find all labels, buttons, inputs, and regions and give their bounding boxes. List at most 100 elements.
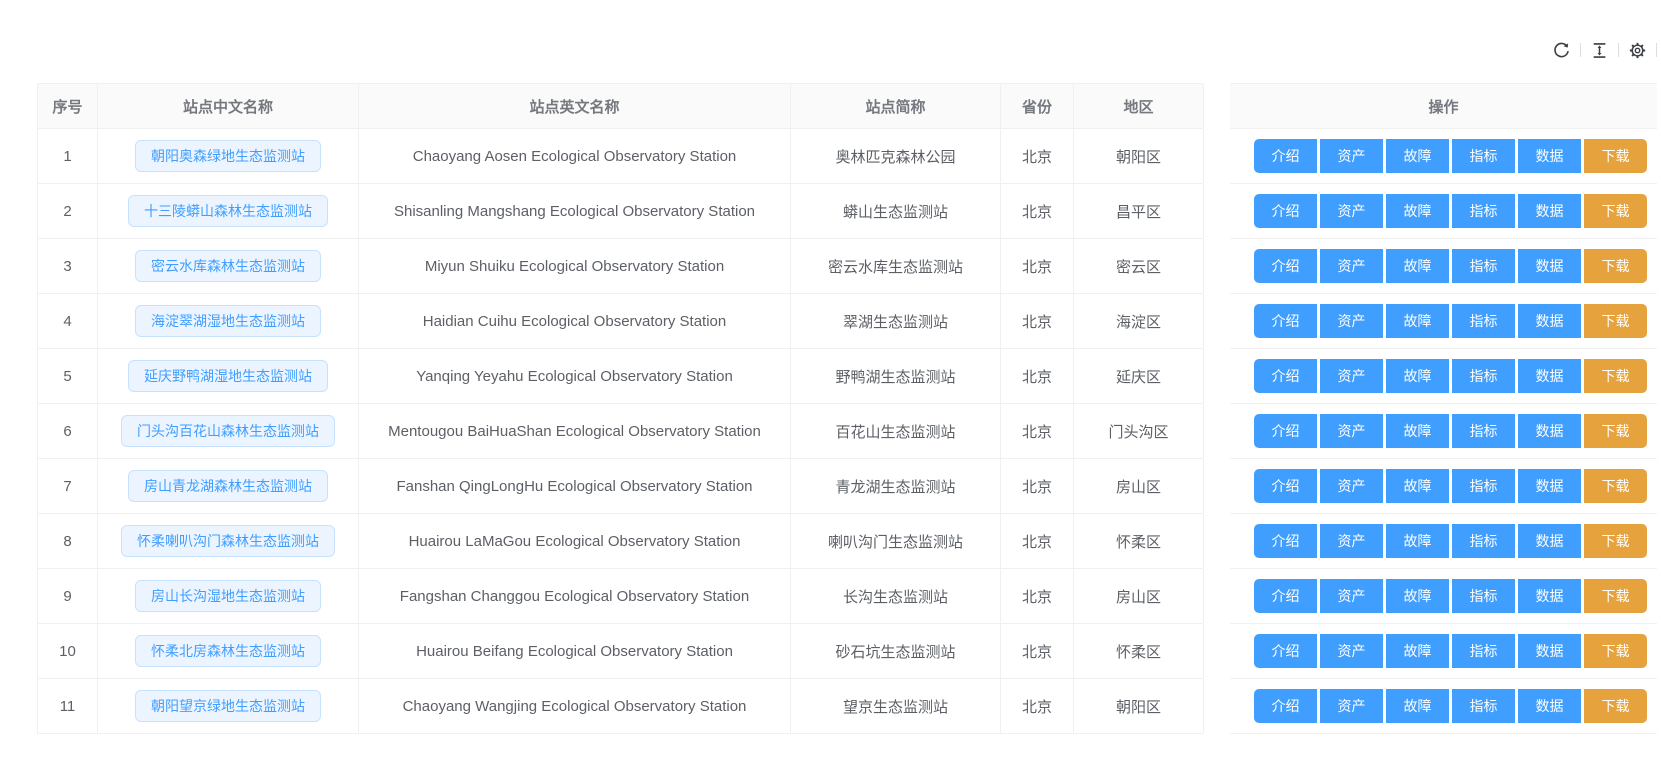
action-button-faults[interactable]: 故障 xyxy=(1386,304,1449,338)
action-button-data[interactable]: 数据 xyxy=(1518,634,1581,668)
action-button-faults[interactable]: 故障 xyxy=(1386,359,1449,393)
station-name-button[interactable]: 怀柔喇叭沟门森林生态监测站 xyxy=(121,525,335,557)
region-cell: 昌平区 xyxy=(1074,184,1204,238)
action-button-faults[interactable]: 故障 xyxy=(1386,579,1449,613)
action-button-metrics[interactable]: 指标 xyxy=(1452,414,1515,448)
action-button-faults[interactable]: 故障 xyxy=(1386,414,1449,448)
action-row: 介绍 资产 故障 指标 数据 下载 xyxy=(1230,239,1657,294)
action-button-assets[interactable]: 资产 xyxy=(1320,359,1383,393)
action-button-download[interactable]: 下载 xyxy=(1584,139,1647,173)
action-button-assets[interactable]: 资产 xyxy=(1320,194,1383,228)
action-button-metrics[interactable]: 指标 xyxy=(1452,139,1515,173)
station-name-en-cell: Shisanling Mangshang Ecological Observat… xyxy=(359,184,791,238)
action-button-assets[interactable]: 资产 xyxy=(1320,579,1383,613)
action-button-data[interactable]: 数据 xyxy=(1518,249,1581,283)
region-cell: 朝阳区 xyxy=(1074,679,1204,733)
column-height-icon xyxy=(1593,42,1606,58)
action-button-download[interactable]: 下载 xyxy=(1584,579,1647,613)
station-name-button[interactable]: 怀柔北房森林生态监测站 xyxy=(135,635,321,667)
province-cell: 北京 xyxy=(1001,679,1074,733)
action-button-download[interactable]: 下载 xyxy=(1584,524,1647,558)
action-button-assets[interactable]: 资产 xyxy=(1320,634,1383,668)
province-cell: 北京 xyxy=(1001,514,1074,568)
action-button-assets[interactable]: 资产 xyxy=(1320,689,1383,723)
action-button-metrics[interactable]: 指标 xyxy=(1452,689,1515,723)
reload-button[interactable] xyxy=(1543,42,1580,59)
action-button-faults[interactable]: 故障 xyxy=(1386,469,1449,503)
action-button-intro[interactable]: 介绍 xyxy=(1254,524,1317,558)
action-button-intro[interactable]: 介绍 xyxy=(1254,414,1317,448)
density-button[interactable] xyxy=(1581,42,1618,59)
action-button-intro[interactable]: 介绍 xyxy=(1254,579,1317,613)
table-row: 2 十三陵蟒山森林生态监测站 Shisanling Mangshang Ecol… xyxy=(37,184,1204,239)
station-name-en-cell: Huairou LaMaGou Ecological Observatory S… xyxy=(359,514,791,568)
settings-button[interactable] xyxy=(1619,42,1656,59)
action-button-faults[interactable]: 故障 xyxy=(1386,634,1449,668)
table-row: 4 海淀翠湖湿地生态监测站 Haidian Cuihu Ecological O… xyxy=(37,294,1204,349)
action-button-faults[interactable]: 故障 xyxy=(1386,524,1449,558)
action-button-metrics[interactable]: 指标 xyxy=(1452,359,1515,393)
action-button-intro[interactable]: 介绍 xyxy=(1254,469,1317,503)
action-button-metrics[interactable]: 指标 xyxy=(1452,249,1515,283)
action-button-intro[interactable]: 介绍 xyxy=(1254,194,1317,228)
action-button-intro[interactable]: 介绍 xyxy=(1254,304,1317,338)
action-button-download[interactable]: 下载 xyxy=(1584,414,1647,448)
action-button-assets[interactable]: 资产 xyxy=(1320,249,1383,283)
action-button-group: 介绍 资产 故障 指标 数据 下载 xyxy=(1254,524,1647,558)
station-name-zh-cell: 房山长沟湿地生态监测站 xyxy=(98,569,359,623)
action-button-assets[interactable]: 资产 xyxy=(1320,524,1383,558)
station-name-button[interactable]: 房山青龙湖森林生态监测站 xyxy=(128,470,328,502)
action-button-metrics[interactable]: 指标 xyxy=(1452,579,1515,613)
action-button-download[interactable]: 下载 xyxy=(1584,689,1647,723)
action-button-data[interactable]: 数据 xyxy=(1518,359,1581,393)
gear-icon xyxy=(1629,42,1646,58)
action-button-metrics[interactable]: 指标 xyxy=(1452,524,1515,558)
action-button-faults[interactable]: 故障 xyxy=(1386,689,1449,723)
action-button-metrics[interactable]: 指标 xyxy=(1452,634,1515,668)
action-button-download[interactable]: 下载 xyxy=(1584,359,1647,393)
station-name-zh-cell: 海淀翠湖湿地生态监测站 xyxy=(98,294,359,348)
action-button-data[interactable]: 数据 xyxy=(1518,469,1581,503)
station-name-button[interactable]: 密云水库森林生态监测站 xyxy=(135,250,321,282)
station-name-button[interactable]: 门头沟百花山森林生态监测站 xyxy=(121,415,335,447)
action-button-metrics[interactable]: 指标 xyxy=(1452,194,1515,228)
station-name-button[interactable]: 房山长沟湿地生态监测站 xyxy=(135,580,321,612)
action-button-metrics[interactable]: 指标 xyxy=(1452,304,1515,338)
action-button-download[interactable]: 下载 xyxy=(1584,304,1647,338)
action-button-intro[interactable]: 介绍 xyxy=(1254,634,1317,668)
action-button-intro[interactable]: 介绍 xyxy=(1254,359,1317,393)
action-button-faults[interactable]: 故障 xyxy=(1386,249,1449,283)
province-cell: 北京 xyxy=(1001,239,1074,293)
action-button-data[interactable]: 数据 xyxy=(1518,304,1581,338)
action-button-intro[interactable]: 介绍 xyxy=(1254,689,1317,723)
action-button-data[interactable]: 数据 xyxy=(1518,579,1581,613)
action-button-assets[interactable]: 资产 xyxy=(1320,304,1383,338)
action-button-download[interactable]: 下载 xyxy=(1584,469,1647,503)
action-button-faults[interactable]: 故障 xyxy=(1386,139,1449,173)
action-button-intro[interactable]: 介绍 xyxy=(1254,249,1317,283)
station-abbr-cell: 长沟生态监测站 xyxy=(791,569,1001,623)
action-button-assets[interactable]: 资产 xyxy=(1320,469,1383,503)
action-button-assets[interactable]: 资产 xyxy=(1320,139,1383,173)
action-button-data[interactable]: 数据 xyxy=(1518,524,1581,558)
station-name-button[interactable]: 延庆野鸭湖湿地生态监测站 xyxy=(128,360,328,392)
station-name-button[interactable]: 海淀翠湖湿地生态监测站 xyxy=(135,305,321,337)
station-name-en-cell: Huairou Beifang Ecological Observatory S… xyxy=(359,624,791,678)
table-row: 6 门头沟百花山森林生态监测站 Mentougou BaiHuaShan Eco… xyxy=(37,404,1204,459)
action-button-intro[interactable]: 介绍 xyxy=(1254,139,1317,173)
station-name-button[interactable]: 朝阳望京绿地生态监测站 xyxy=(135,690,321,722)
action-button-download[interactable]: 下载 xyxy=(1584,194,1647,228)
action-button-data[interactable]: 数据 xyxy=(1518,689,1581,723)
action-button-faults[interactable]: 故障 xyxy=(1386,194,1449,228)
action-button-data[interactable]: 数据 xyxy=(1518,139,1581,173)
action-button-assets[interactable]: 资产 xyxy=(1320,414,1383,448)
action-row: 介绍 资产 故障 指标 数据 下载 xyxy=(1230,459,1657,514)
action-button-data[interactable]: 数据 xyxy=(1518,194,1581,228)
action-button-download[interactable]: 下载 xyxy=(1584,634,1647,668)
action-button-download[interactable]: 下载 xyxy=(1584,249,1647,283)
station-name-button[interactable]: 朝阳奥森绿地生态监测站 xyxy=(135,140,321,172)
action-button-metrics[interactable]: 指标 xyxy=(1452,469,1515,503)
station-name-button[interactable]: 十三陵蟒山森林生态监测站 xyxy=(128,195,328,227)
table-row: 3 密云水库森林生态监测站 Miyun Shuiku Ecological Ob… xyxy=(37,239,1204,294)
action-button-data[interactable]: 数据 xyxy=(1518,414,1581,448)
